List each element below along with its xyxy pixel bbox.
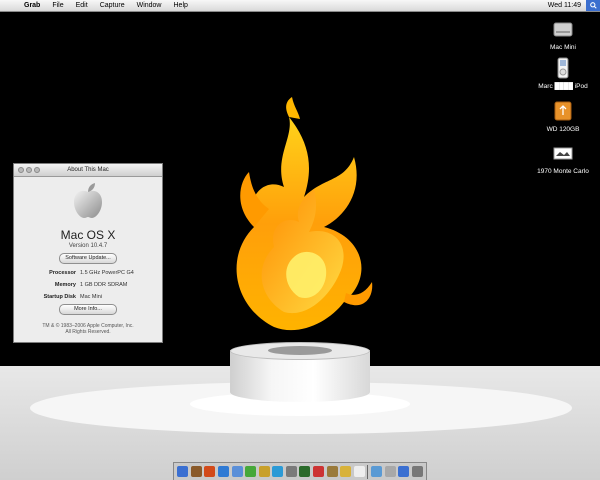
dock-app-icon[interactable] — [177, 466, 189, 477]
desktop-icon-1970-monte-carlo[interactable]: 1970 Monte Carlo — [528, 142, 598, 175]
desktop-icon-ipod[interactable]: Marc ████ iPod — [528, 57, 598, 90]
dock-app-icon[interactable] — [411, 466, 423, 477]
more-info-button[interactable]: More Info... — [59, 304, 117, 315]
dock-separator — [367, 464, 369, 479]
spotlight-icon[interactable] — [586, 0, 600, 11]
wallpaper-flame-x — [236, 97, 373, 331]
copyright-line: All Rights Reserved. — [65, 329, 111, 335]
spec-row-startup-disk: Startup Disk Mac Mini — [14, 294, 162, 300]
dock-app-icon[interactable] — [245, 466, 257, 477]
window-title: About This Mac — [67, 167, 109, 173]
menu-app-grab[interactable]: Grab — [18, 2, 46, 9]
spec-key: Memory — [54, 282, 76, 288]
close-button[interactable] — [18, 167, 24, 173]
spec-row-memory: Memory 1 GB DDR SDRAM — [14, 282, 162, 288]
wallpaper-pedestal — [230, 342, 370, 402]
desktop-icon-label: Mac Mini — [549, 44, 576, 51]
hard-drive-icon — [553, 22, 573, 37]
menu-file[interactable]: File — [46, 2, 69, 9]
about-this-mac-window[interactable]: About This Mac Mac OS X Version 10.4.7 S… — [13, 163, 163, 343]
menu-bar: Grab File Edit Capture Window Help Wed 1… — [0, 0, 600, 12]
spec-value: 1.5 GHz PowerPC G4 — [80, 270, 134, 276]
menu-edit[interactable]: Edit — [70, 2, 94, 9]
dock-app-icon[interactable] — [231, 466, 243, 477]
copyright-text: TM & © 1983–2006 Apple Computer, Inc. Al… — [14, 323, 162, 335]
dock-app-icon[interactable] — [353, 466, 365, 477]
spec-row-processor: Processor 1.5 GHz PowerPC G4 — [14, 270, 162, 276]
menu-capture[interactable]: Capture — [94, 2, 131, 9]
os-name: Mac OS X — [60, 228, 116, 242]
apple-logo-icon — [74, 183, 102, 218]
ipod-icon — [557, 57, 569, 79]
window-title-bar[interactable]: About This Mac — [14, 164, 162, 177]
dock-app-icon[interactable] — [340, 466, 352, 477]
desktop-icon-label: WD 120GB — [546, 126, 580, 133]
desktop-icon-label: Marc ████ iPod — [538, 83, 588, 90]
software-update-button[interactable]: Software Update... — [59, 253, 117, 264]
spec-key: Startup Disk — [43, 294, 76, 300]
dock-app-icon[interactable] — [258, 466, 270, 477]
dock-app-icon[interactable] — [313, 466, 325, 477]
minimize-button[interactable] — [26, 167, 32, 173]
desktop-icon-wd-120gb[interactable]: WD 120GB — [528, 100, 598, 133]
dock-app-icon[interactable] — [398, 466, 410, 477]
zoom-button[interactable] — [34, 167, 40, 173]
menubar-clock[interactable]: Wed 11:49 — [543, 2, 586, 9]
dock-app-icon[interactable] — [272, 466, 284, 477]
dock-app-icon[interactable] — [299, 466, 311, 477]
dock-app-icon[interactable] — [204, 466, 216, 477]
menu-window[interactable]: Window — [131, 2, 168, 9]
os-version: Version 10.4.7 — [68, 243, 108, 249]
dock — [173, 462, 427, 480]
menu-help[interactable]: Help — [168, 2, 194, 9]
dock-app-icon[interactable] — [285, 466, 297, 477]
external-drive-icon — [554, 101, 572, 121]
dock-app-icon[interactable] — [384, 466, 396, 477]
desktop-icon-mac-mini[interactable]: Mac Mini — [528, 18, 598, 51]
desktop-icon-label: 1970 Monte Carlo — [537, 168, 589, 175]
spec-key: Processor — [49, 270, 76, 276]
dock-app-icon[interactable] — [326, 466, 338, 477]
image-file-icon — [553, 147, 573, 160]
spec-value: Mac Mini — [80, 294, 103, 300]
dock-app-icon[interactable] — [218, 466, 230, 477]
spec-value: 1 GB DDR SDRAM — [80, 282, 128, 288]
dock-app-icon[interactable] — [190, 466, 202, 477]
dock-app-icon[interactable] — [370, 466, 382, 477]
